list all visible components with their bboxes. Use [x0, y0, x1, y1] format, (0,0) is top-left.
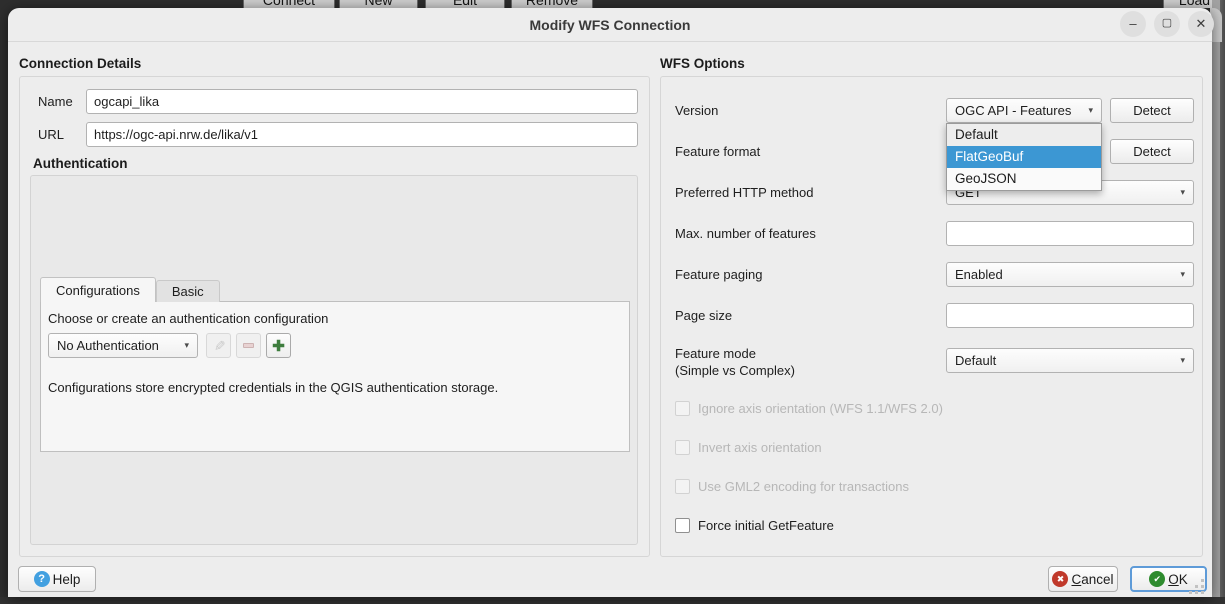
feature-paging-combo[interactable]: Enabled ▾	[946, 262, 1194, 287]
page-size-label: Page size	[675, 303, 732, 328]
version-label: Version	[675, 98, 718, 123]
url-input[interactable]	[86, 122, 638, 147]
ignore-axis-checkbox	[675, 401, 690, 416]
chevron-down-icon: ▾	[1180, 269, 1185, 280]
name-label: Name	[38, 89, 73, 114]
version-dropdown-popup: Default FlatGeoBuf GeoJSON	[946, 123, 1102, 191]
ok-button[interactable]: ✔ OK	[1130, 566, 1207, 592]
detect-version-button[interactable]: Detect	[1110, 98, 1194, 123]
background-remove-button: Remove	[511, 0, 593, 8]
detect-feature-format-button[interactable]: Detect	[1110, 139, 1194, 164]
tab-basic[interactable]: Basic	[156, 280, 220, 302]
auth-config-combo[interactable]: No Authentication ▾	[48, 333, 198, 358]
feature-mode-combo-value: Default	[955, 353, 996, 368]
max-features-label: Max. number of features	[675, 221, 816, 246]
dropdown-option-geojson[interactable]: GeoJSON	[947, 168, 1101, 190]
title-bar[interactable]: Modify WFS Connection – ▢ ✕	[8, 8, 1212, 42]
minimize-button[interactable]: –	[1120, 11, 1146, 37]
background-edit-button: Edit	[425, 0, 505, 8]
auth-config-combo-value: No Authentication	[57, 338, 159, 353]
gml2-encoding-checkbox	[675, 479, 690, 494]
maximize-icon: ▢	[1162, 17, 1172, 29]
http-method-label: Preferred HTTP method	[675, 180, 813, 205]
minimize-icon: –	[1129, 16, 1136, 31]
checkbox-row-ignore-axis: Ignore axis orientation (WFS 1.1/WFS 2.0…	[675, 400, 943, 416]
max-features-input[interactable]	[946, 221, 1194, 246]
url-label: URL	[38, 122, 64, 147]
version-combo-value: OGC API - Features	[955, 103, 1071, 118]
dropdown-option-flatgeobuf[interactable]: FlatGeoBuf	[947, 146, 1101, 168]
resize-grip[interactable]	[1189, 579, 1192, 582]
chevron-down-icon: ▾	[1180, 187, 1185, 198]
background-bottom-edge	[0, 597, 1225, 604]
auth-add-button[interactable]: ✚	[266, 333, 291, 358]
auth-choose-label: Choose or create an authentication confi…	[48, 311, 328, 326]
help-icon: ?	[34, 571, 50, 587]
auth-edit-button: ✎	[206, 333, 231, 358]
plus-icon: ✚	[272, 337, 285, 355]
checkbox-row-invert-axis: Invert axis orientation	[675, 439, 822, 455]
invert-axis-checkbox	[675, 440, 690, 455]
background-connect-button: Connect	[243, 0, 335, 8]
authentication-title: Authentication	[33, 156, 128, 171]
force-getfeature-checkbox[interactable]	[675, 518, 690, 533]
feature-mode-label: Feature mode (Simple vs Complex)	[675, 345, 795, 379]
minus-icon	[243, 343, 254, 348]
feature-mode-combo[interactable]: Default ▾	[946, 348, 1194, 373]
dialog-title: Modify WFS Connection	[8, 8, 1212, 42]
chevron-down-icon: ▾	[184, 340, 189, 351]
auth-remove-button	[236, 333, 261, 358]
close-icon: ✕	[1196, 16, 1207, 31]
version-combo[interactable]: OGC API - Features ▾	[946, 98, 1102, 123]
connection-details-title: Connection Details	[19, 56, 141, 71]
auth-tab-bar: Configurations Basic	[40, 277, 220, 302]
cancel-icon: ✖	[1052, 571, 1068, 587]
wfs-options-title: WFS Options	[660, 56, 745, 71]
modify-wfs-connection-dialog: Modify WFS Connection – ▢ ✕ Connection D…	[8, 8, 1212, 597]
feature-format-label: Feature format	[675, 139, 760, 164]
checkbox-row-gml2-encoding: Use GML2 encoding for transactions	[675, 478, 909, 494]
dropdown-option-default[interactable]: Default	[947, 124, 1101, 146]
ok-icon: ✔	[1149, 571, 1165, 587]
tab-configurations[interactable]: Configurations	[40, 277, 156, 302]
feature-paging-label: Feature paging	[675, 262, 762, 287]
checkbox-row-force-getfeature[interactable]: Force initial GetFeature	[675, 517, 834, 533]
name-input[interactable]	[86, 89, 638, 114]
chevron-down-icon: ▾	[1180, 355, 1185, 366]
close-button[interactable]: ✕	[1188, 11, 1214, 37]
page-size-input[interactable]	[946, 303, 1194, 328]
auth-hint-text: Configurations store encrypted credentia…	[48, 380, 498, 395]
help-button[interactable]: ? Help	[18, 566, 96, 592]
pencil-icon: ✎	[210, 340, 227, 352]
cancel-button[interactable]: ✖ Cancel	[1048, 566, 1118, 592]
background-new-button: New	[339, 0, 418, 8]
maximize-button[interactable]: ▢	[1154, 11, 1180, 37]
background-window-edge	[1212, 0, 1225, 604]
feature-paging-combo-value: Enabled	[955, 267, 1003, 282]
chevron-down-icon: ▾	[1088, 105, 1093, 116]
